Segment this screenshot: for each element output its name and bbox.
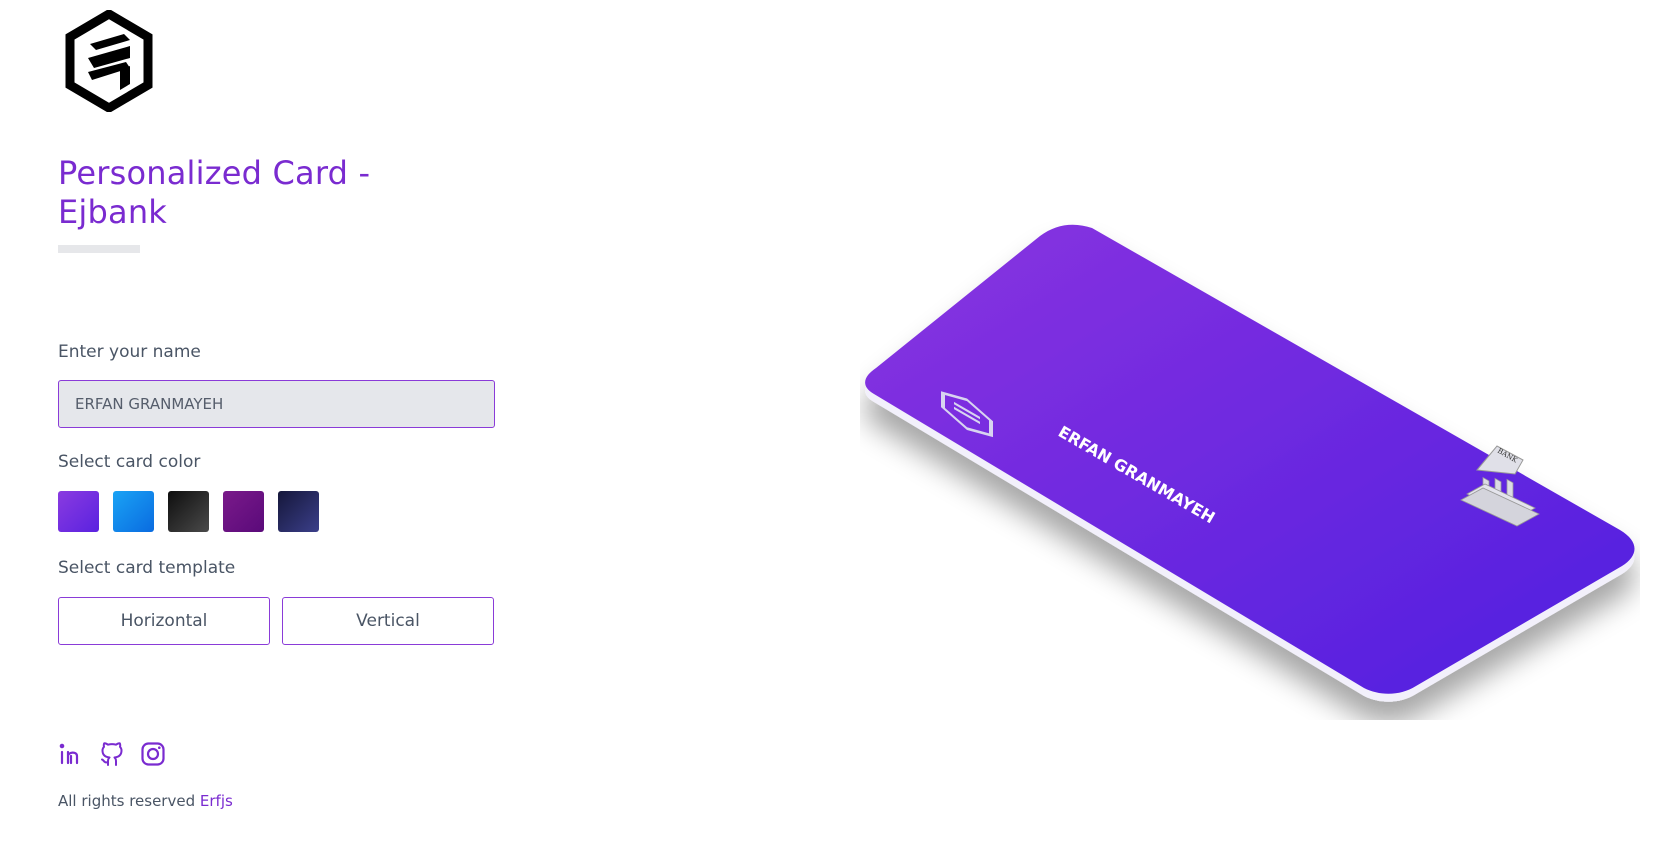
ej-hexagon-logo-icon [65, 8, 153, 114]
linkedin-link[interactable] [57, 740, 85, 768]
color-swatch-black[interactable] [168, 491, 209, 532]
color-label: Select card color [58, 452, 201, 472]
name-input[interactable] [58, 380, 495, 428]
template-label: Select card template [58, 558, 236, 578]
color-swatch-navy[interactable] [278, 491, 319, 532]
color-swatch-plum[interactable] [223, 491, 264, 532]
instagram-icon [141, 742, 165, 766]
name-label: Enter your name [58, 342, 201, 362]
footer-text: All rights reserved [58, 792, 196, 810]
title-underline [58, 245, 140, 253]
github-icon [101, 742, 123, 766]
github-link[interactable] [98, 740, 126, 768]
color-swatch-purple[interactable] [58, 491, 99, 532]
page-title: Personalized Card - Ejbank [58, 154, 371, 231]
template-vertical-button[interactable]: Vertical [282, 597, 494, 645]
color-swatch-blue[interactable] [113, 491, 154, 532]
footer: All rights reserved Erfjs [58, 792, 233, 810]
instagram-link[interactable] [139, 740, 167, 768]
footer-author-link[interactable]: Erfjs [200, 792, 233, 810]
card-preview: ERFAN GRANMAYEH BANK [860, 220, 1640, 720]
linkedin-icon [59, 743, 79, 765]
template-horizontal-button[interactable]: Horizontal [58, 597, 270, 645]
brand-logo [64, 8, 154, 114]
